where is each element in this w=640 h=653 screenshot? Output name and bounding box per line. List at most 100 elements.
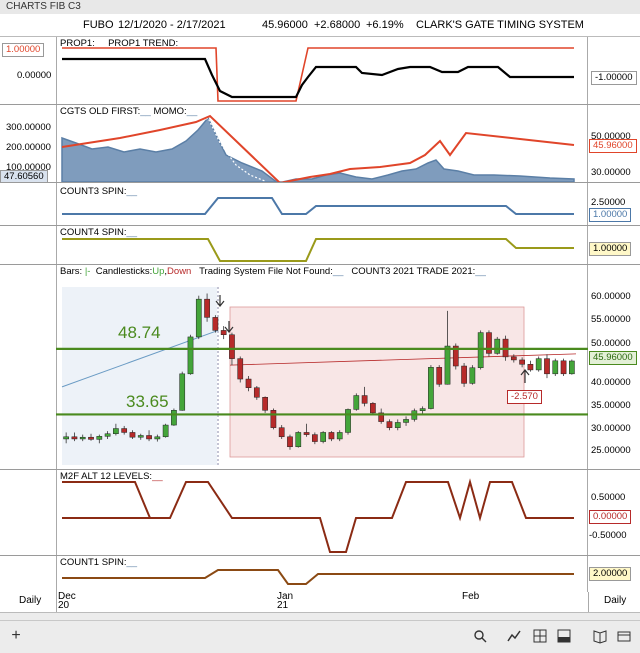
candle-body (129, 432, 136, 438)
panel-glyph (557, 629, 571, 643)
candle-body (63, 436, 69, 440)
add-icon[interactable]: + (8, 628, 24, 644)
collapse-icon[interactable] (616, 629, 632, 643)
book-glyph (593, 630, 607, 644)
prop1-lines (62, 47, 574, 102)
symbol-header: FUBO 12/1/2020 - 2/17/2021 45.96000 +2.6… (0, 14, 640, 37)
level-low-label: 33.65 (126, 392, 169, 411)
trade-region (229, 306, 525, 458)
search-icon[interactable] (472, 629, 488, 643)
count3-pane[interactable]: COUNT3 SPIN:__ 2.50000 1.00000 (0, 183, 640, 226)
axis-divider-left (56, 592, 57, 612)
candle-body (137, 435, 144, 438)
candle-body (527, 364, 534, 371)
candle-body (494, 338, 501, 354)
candle-body (560, 360, 567, 375)
bottom-toolbar: + (0, 620, 640, 653)
grid-icon[interactable] (532, 629, 548, 643)
candle-body (477, 332, 484, 369)
candle-body (278, 427, 285, 438)
candle-body (96, 436, 103, 440)
m2f-right-top: 0.50000 (591, 492, 626, 503)
price-y-35: 35.00000 (591, 400, 631, 411)
candle-body (253, 387, 260, 398)
candle-body (270, 410, 277, 428)
search-glyph (474, 630, 487, 643)
cgts-right-last: 45.96000 (589, 139, 637, 153)
candle-body (303, 432, 310, 435)
candle-body (187, 336, 194, 375)
count1-pane[interactable]: COUNT1 SPIN:__ 2.00000 (0, 556, 640, 593)
candle-body (519, 359, 525, 365)
price-pane[interactable]: Bars: |- Candlesticks:Up,Down Trading Sy… (0, 265, 640, 470)
candle-body (229, 334, 235, 359)
candle-body (220, 330, 227, 336)
candle-body (146, 435, 152, 440)
grid-glyph (533, 629, 547, 643)
count3-right-last: 1.00000 (589, 208, 632, 222)
line-chart-icon[interactable] (506, 629, 522, 643)
m2f-right-bottom: -0.50000 (589, 530, 627, 541)
candle-body (204, 298, 210, 318)
candle-body (88, 436, 94, 440)
panel-icon[interactable] (556, 629, 572, 643)
count4-pane[interactable]: COUNT4 SPIN:__ 1.00000 (0, 226, 640, 265)
candle-body (171, 410, 177, 426)
candle-body (113, 428, 119, 434)
cgts-right-30: 30.00000 (591, 167, 631, 178)
candle-body (237, 358, 244, 380)
price-change-pct: +6.19% (366, 19, 404, 31)
candle-body (71, 436, 78, 440)
count1-right-value: 2.00000 (589, 567, 632, 581)
candle-body (262, 397, 268, 411)
candle-body (162, 424, 169, 438)
candle-body (336, 432, 343, 440)
candle-body (320, 432, 326, 442)
candle-body (154, 436, 161, 440)
candlestick-chart (56, 287, 588, 465)
count1-line (62, 569, 574, 585)
candle-body (469, 367, 476, 384)
level-high-label: 48.74 (118, 323, 161, 342)
candle-body (544, 358, 550, 375)
candle-body (535, 358, 542, 371)
last-price: 45.96000 (262, 19, 308, 31)
candle-body (569, 360, 575, 375)
price-y-60: 60.00000 (591, 291, 631, 302)
candle-body (79, 436, 86, 440)
axis-year-20: 20 (58, 600, 70, 611)
candle-body (179, 373, 186, 411)
symbol: FUBO (83, 19, 114, 31)
candle-body (245, 378, 252, 388)
candle-body (195, 298, 202, 338)
axis-month-feb: Feb (462, 591, 480, 602)
m2f-pane[interactable]: M2F ALT 12 LEVELS:__ 0.50000 0.00000 -0.… (0, 470, 640, 556)
candle-body (104, 433, 111, 437)
prop1-trend-line (62, 48, 308, 101)
price-change: +2.68000 (314, 19, 361, 31)
candle-body (436, 367, 443, 385)
window-title: CHARTS FIB C3 (6, 1, 81, 12)
candle-body (328, 432, 335, 440)
count1-lines (62, 569, 574, 585)
candle-body (552, 360, 559, 375)
period-right[interactable]: Daily (604, 595, 626, 606)
candle-body (312, 434, 318, 442)
candle-body (394, 422, 401, 428)
cgts-area (61, 116, 575, 182)
period-left[interactable]: Daily (19, 595, 41, 606)
window-titlebar: CHARTS FIB C3 (0, 0, 640, 15)
cgts-pane[interactable]: CGTS OLD FIRST:__ MOMO:__ 300.00000 200.… (0, 105, 640, 183)
count3-line (62, 197, 574, 215)
price-y-40: 40.00000 (591, 377, 631, 388)
collapse-glyph (617, 631, 631, 642)
prop1-pane[interactable]: PROP1:__ PROP1 TREND:__ 1.00000 0.00000 … (0, 37, 640, 105)
price-y-55: 55.00000 (591, 314, 631, 325)
candle-body (386, 421, 393, 428)
book-icon[interactable] (592, 629, 608, 644)
axis-year-21: 21 (277, 600, 289, 611)
m2f-right-last: 0.00000 (589, 510, 632, 524)
price-y-30: 30.00000 (591, 423, 631, 434)
prop1-line (62, 57, 574, 99)
line-chart-glyph (507, 630, 521, 642)
